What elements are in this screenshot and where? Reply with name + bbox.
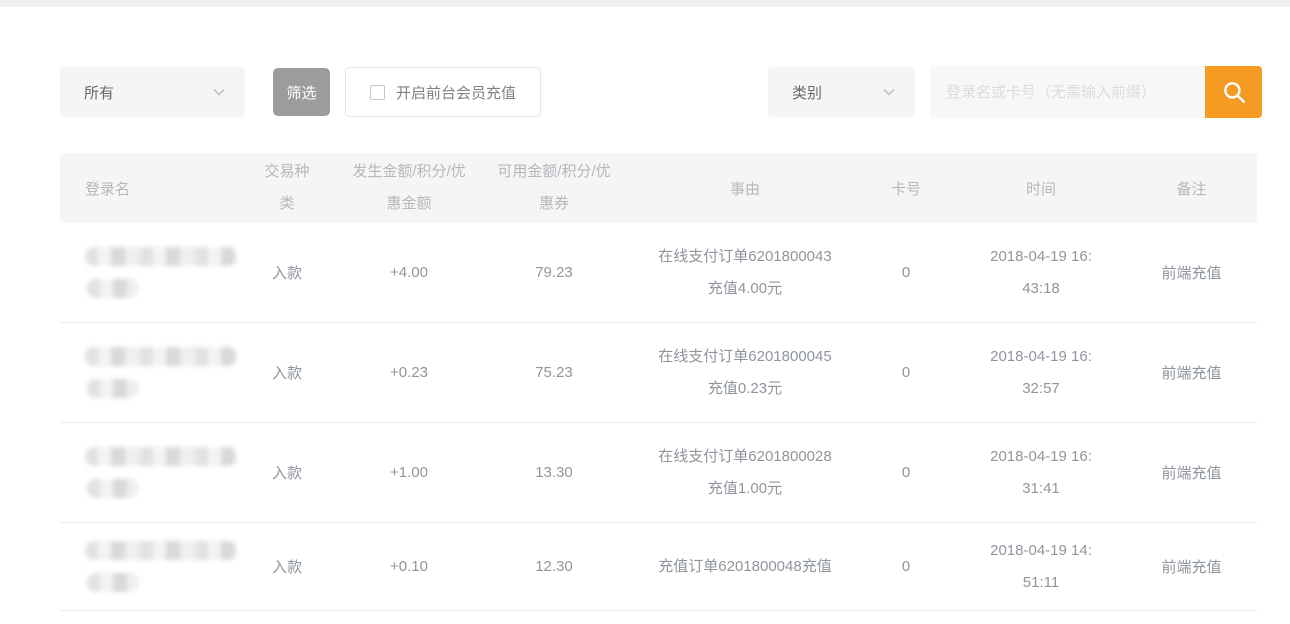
cell-transaction-type: 入款 xyxy=(230,556,344,577)
redaction-blur xyxy=(87,379,139,398)
redacted-login-name xyxy=(85,247,230,298)
front-desk-recharge-label: 开启前台会员充值 xyxy=(396,82,516,103)
cell-available: 75.23 xyxy=(474,364,634,381)
cell-available: 13.30 xyxy=(474,464,634,481)
redaction-blur xyxy=(85,347,237,366)
redacted-login-name xyxy=(85,347,230,398)
filter-button[interactable]: 筛选 xyxy=(273,68,330,116)
cell-transaction-type: 入款 xyxy=(230,262,344,283)
cell-card-number: 0 xyxy=(856,264,956,281)
category-select[interactable]: 类别 xyxy=(768,67,915,117)
cell-amount: +0.23 xyxy=(344,364,474,381)
cell-time: 2018-04-19 16: 43:18 xyxy=(956,241,1126,305)
cell-available: 79.23 xyxy=(474,264,634,281)
cell-amount: +1.00 xyxy=(344,464,474,481)
header-reason: 事由 xyxy=(634,178,856,199)
cell-transaction-type: 入款 xyxy=(230,462,344,483)
cell-reason: 在线支付订单6201800028 充值1.00元 xyxy=(634,441,856,505)
cell-note: 前端充值 xyxy=(1126,462,1257,483)
redaction-blur xyxy=(85,541,237,560)
redaction-blur xyxy=(87,279,139,298)
top-divider-bar xyxy=(0,0,1290,7)
cell-reason: 充值订单6201800048充值 xyxy=(634,551,856,583)
header-amount: 发生金额/积分/优 惠金额 xyxy=(344,156,474,220)
cell-available: 12.30 xyxy=(474,558,634,575)
table-row: 入款 +4.00 79.23 在线支付订单6201800043 充值4.00元 … xyxy=(60,223,1257,323)
redacted-login-name xyxy=(85,541,230,592)
cell-note: 前端充值 xyxy=(1126,556,1257,577)
header-note: 备注 xyxy=(1126,178,1257,199)
front-desk-recharge-checkbox[interactable] xyxy=(370,85,385,100)
table-header-row: 登录名 交易种 类 发生金额/积分/优 惠金额 可用金额/积分/优 惠券 事由 … xyxy=(60,153,1257,223)
header-transaction-type: 交易种 类 xyxy=(230,156,344,220)
chevron-down-icon xyxy=(881,84,897,100)
chevron-down-icon xyxy=(211,84,227,100)
redaction-blur xyxy=(87,479,139,498)
scope-select-value: 所有 xyxy=(84,82,114,103)
category-select-value: 类别 xyxy=(792,82,822,103)
redaction-blur xyxy=(87,573,139,592)
cell-time: 2018-04-19 16: 31:41 xyxy=(956,441,1126,505)
table-row: 入款 +0.10 12.30 充值订单6201800048充值 0 2018-0… xyxy=(60,523,1257,611)
header-login: 登录名 xyxy=(60,178,230,199)
cell-note: 前端充值 xyxy=(1126,262,1257,283)
cell-card-number: 0 xyxy=(856,364,956,381)
header-time: 时间 xyxy=(956,178,1126,199)
cell-card-number: 0 xyxy=(856,558,956,575)
search-group xyxy=(930,66,1262,118)
cell-time: 2018-04-19 16: 32:57 xyxy=(956,341,1126,405)
cell-time: 2018-04-19 14: 51:11 xyxy=(956,535,1126,599)
transactions-table: 登录名 交易种 类 发生金额/积分/优 惠金额 可用金额/积分/优 惠券 事由 … xyxy=(60,153,1257,611)
table-row: 入款 +0.23 75.23 在线支付订单6201800045 充值0.23元 … xyxy=(60,323,1257,423)
cell-amount: +4.00 xyxy=(344,264,474,281)
redacted-login-name xyxy=(85,447,230,498)
cell-reason: 在线支付订单6201800043 充值4.00元 xyxy=(634,241,856,305)
magnifier-icon xyxy=(1221,79,1247,105)
scope-select[interactable]: 所有 xyxy=(60,67,245,117)
search-input[interactable] xyxy=(930,66,1205,118)
cell-card-number: 0 xyxy=(856,464,956,481)
filter-bar: 所有 筛选 开启前台会员充值 类别 xyxy=(60,66,1262,118)
cell-reason: 在线支付订单6201800045 充值0.23元 xyxy=(634,341,856,405)
header-card-number: 卡号 xyxy=(856,178,956,199)
search-button[interactable] xyxy=(1205,66,1262,118)
cell-transaction-type: 入款 xyxy=(230,362,344,383)
front-desk-recharge-toggle[interactable]: 开启前台会员充值 xyxy=(345,67,541,117)
table-row: 入款 +1.00 13.30 在线支付订单6201800028 充值1.00元 … xyxy=(60,423,1257,523)
header-available: 可用金额/积分/优 惠券 xyxy=(474,156,634,220)
redaction-blur xyxy=(85,247,237,266)
redaction-blur xyxy=(85,447,237,466)
cell-amount: +0.10 xyxy=(344,558,474,575)
cell-note: 前端充值 xyxy=(1126,362,1257,383)
